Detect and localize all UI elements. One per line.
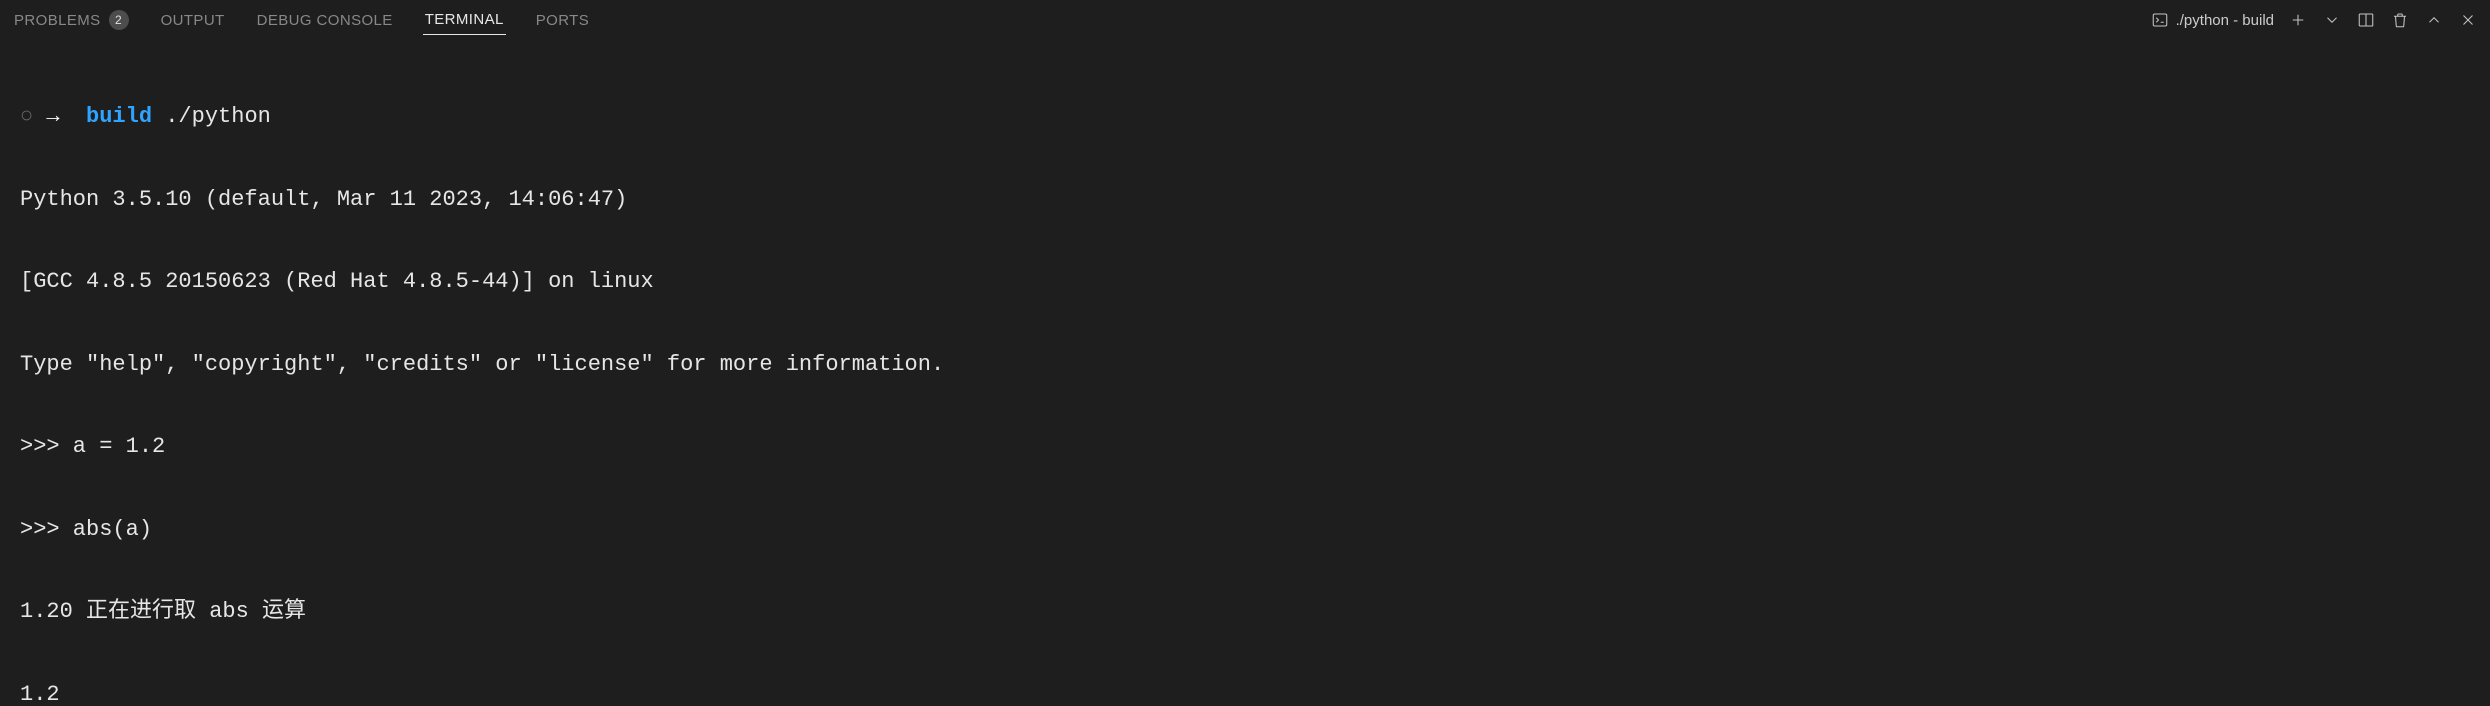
- terminal-icon: [2150, 10, 2170, 30]
- prompt-line: ○ → build ./python: [20, 103, 2470, 131]
- terminal-line: [GCC 4.8.5 20150623 (Red Hat 4.8.5-44)] …: [20, 268, 2470, 296]
- terminal-output[interactable]: ○ → build ./python Python 3.5.10 (defaul…: [0, 40, 2490, 706]
- terminal-line: Type "help", "copyright", "credits" or "…: [20, 351, 2470, 379]
- tab-debug-console[interactable]: DEBUG CONSOLE: [255, 6, 395, 35]
- prompt-dir: build: [86, 104, 152, 129]
- prompt-command: ./python: [165, 104, 271, 129]
- problems-badge: 2: [109, 10, 129, 30]
- terminal-line: 1.2: [20, 681, 2470, 706]
- tab-output-label: OUTPUT: [161, 12, 225, 29]
- terminal-shell-label: ./python - build: [2176, 12, 2274, 29]
- terminal-dropdown-chevron-icon[interactable]: [2322, 10, 2342, 30]
- terminal-line: >>> abs(a): [20, 516, 2470, 544]
- close-panel-button[interactable]: [2458, 10, 2478, 30]
- terminal-toolbar: ./python - build: [2150, 10, 2478, 30]
- maximize-panel-button[interactable]: [2424, 10, 2444, 30]
- tab-debug-console-label: DEBUG CONSOLE: [257, 12, 393, 29]
- split-terminal-button[interactable]: [2356, 10, 2376, 30]
- terminal-line: Python 3.5.10 (default, Mar 11 2023, 14:…: [20, 186, 2470, 214]
- new-terminal-button[interactable]: [2288, 10, 2308, 30]
- panel-tabbar: PROBLEMS 2 OUTPUT DEBUG CONSOLE TERMINAL…: [0, 0, 2490, 40]
- tab-terminal[interactable]: TERMINAL: [423, 5, 506, 35]
- tab-problems-label: PROBLEMS: [14, 12, 101, 29]
- kill-terminal-button[interactable]: [2390, 10, 2410, 30]
- tab-ports[interactable]: PORTS: [534, 6, 591, 35]
- tab-ports-label: PORTS: [536, 12, 589, 29]
- terminal-line: 1.20 正在进行取 abs 运算: [20, 598, 2470, 626]
- terminal-line: >>> a = 1.2: [20, 433, 2470, 461]
- tab-terminal-label: TERMINAL: [425, 11, 504, 28]
- tab-output[interactable]: OUTPUT: [159, 6, 227, 35]
- terminal-shell-dropdown[interactable]: ./python - build: [2150, 10, 2274, 30]
- tab-problems[interactable]: PROBLEMS 2: [12, 4, 131, 36]
